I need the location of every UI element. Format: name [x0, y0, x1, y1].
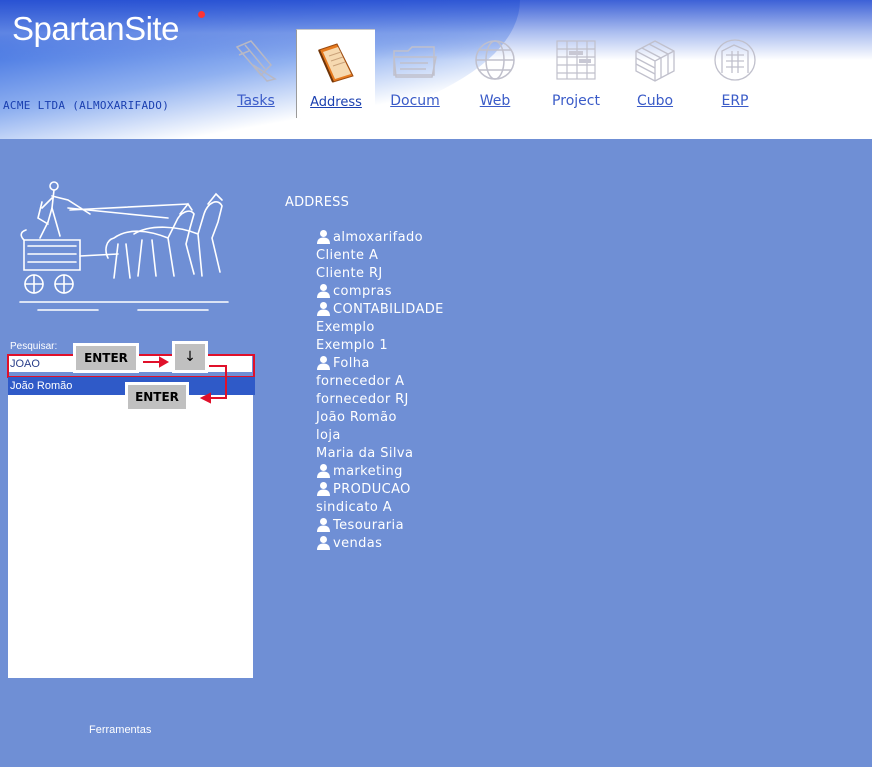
- address-list: almoxarifado Cliente A Cliente RJ compras CO…: [316, 229, 444, 553]
- search-results-list[interactable]: João Romão: [8, 377, 255, 678]
- tab-cubo-label-text: Cubo: [636, 93, 674, 109]
- tab-web-label: Web: [456, 93, 534, 109]
- address-group-item[interactable]: PRODUCAO: [316, 481, 444, 499]
- tab-project[interactable]: Project: [537, 29, 615, 117]
- address-item-label: Exemplo: [316, 320, 375, 335]
- address-item-label: almoxarifado: [333, 230, 423, 245]
- address-group-item[interactable]: almoxarifado: [316, 229, 444, 247]
- tab-web[interactable]: Web: [456, 29, 534, 117]
- address-contact-item[interactable]: Cliente A: [316, 247, 444, 265]
- tab-cubo[interactable]: Cubo: [616, 29, 694, 117]
- tab-address[interactable]: Address: [296, 29, 375, 118]
- address-contact-item[interactable]: Maria da Silva: [316, 445, 444, 463]
- address-group-item[interactable]: Tesouraria: [316, 517, 444, 535]
- tab-docum[interactable]: Docum: [376, 29, 454, 117]
- registered-mark-icon: [198, 11, 205, 18]
- address-item-label: compras: [333, 284, 392, 299]
- address-book-icon: [318, 43, 354, 83]
- tools-link[interactable]: Ferramentas: [89, 724, 151, 736]
- address-item-label: fornecedor A: [316, 374, 405, 389]
- cube-icon: [635, 40, 675, 82]
- address-contact-item[interactable]: fornecedor RJ: [316, 391, 444, 409]
- address-item-label: Maria da Silva: [316, 446, 414, 461]
- user-group-icon: [317, 356, 330, 370]
- project-grid-icon: [556, 40, 596, 80]
- annotation-down-arrow-key: ↓: [172, 341, 208, 373]
- tab-project-label-text: Project: [552, 93, 600, 109]
- address-item-label: João Romão: [316, 410, 397, 425]
- tab-tasks-label-text: Tasks: [237, 93, 275, 109]
- user-group-icon: [317, 284, 330, 298]
- address-contact-item[interactable]: sindicato A: [316, 499, 444, 517]
- tab-erp-label: ERP: [696, 93, 774, 109]
- user-group-icon: [317, 302, 330, 316]
- header-banner: SpartanSite ACME LTDA (ALMOXARIFADO) Tas…: [0, 0, 872, 139]
- address-item-label: marketing: [333, 464, 403, 479]
- user-group-icon: [317, 464, 330, 478]
- user-group-icon: [317, 482, 330, 496]
- annotation-enter-key: ENTER: [73, 343, 139, 373]
- address-item-label: Folha: [333, 356, 370, 371]
- chariot-logo-image: [19, 181, 229, 311]
- search-label: Pesquisar:: [10, 341, 58, 352]
- folder-icon: [393, 46, 437, 78]
- address-item-label: PRODUCAO: [333, 482, 411, 497]
- address-group-item[interactable]: marketing: [316, 463, 444, 481]
- address-contact-item[interactable]: João Romão: [316, 409, 444, 427]
- tab-tasks-label: Tasks: [217, 93, 295, 109]
- address-item-label: fornecedor RJ: [316, 392, 409, 407]
- user-group-icon: [317, 230, 330, 244]
- address-item-label: Cliente RJ: [316, 266, 383, 281]
- brand-logo-text: SpartanSite: [12, 10, 179, 47]
- address-contact-item[interactable]: fornecedor A: [316, 373, 444, 391]
- address-contact-item[interactable]: Cliente RJ: [316, 265, 444, 283]
- tab-cubo-label: Cubo: [616, 93, 694, 109]
- user-group-icon: [317, 518, 330, 532]
- address-contact-item[interactable]: Exemplo 1: [316, 337, 444, 355]
- tab-address-label: Address: [297, 95, 375, 110]
- tab-docum-label-text: Docum: [390, 93, 440, 109]
- tab-tasks[interactable]: Tasks: [217, 29, 295, 117]
- address-item-label: Cliente A: [316, 248, 379, 263]
- address-item-label: Tesouraria: [333, 518, 404, 533]
- address-group-item[interactable]: Folha: [316, 355, 444, 373]
- tab-web-label-text: Web: [479, 93, 511, 109]
- section-title: ADDRESS: [285, 195, 350, 210]
- address-item-label: loja: [316, 428, 341, 443]
- address-item-label: CONTABILIDADE: [333, 302, 444, 317]
- address-contact-item[interactable]: loja: [316, 427, 444, 445]
- company-name: ACME LTDA (ALMOXARIFADO): [3, 99, 170, 112]
- address-contact-item[interactable]: Exemplo: [316, 319, 444, 337]
- tasks-icon: [235, 40, 277, 82]
- tab-erp-label-text: ERP: [721, 93, 749, 109]
- address-item-label: vendas: [333, 536, 383, 551]
- tab-address-label-text: Address: [310, 95, 362, 110]
- address-group-item[interactable]: vendas: [316, 535, 444, 553]
- annotation-enter-key-2: ENTER: [125, 382, 189, 412]
- tab-erp[interactable]: ERP: [696, 29, 774, 117]
- tab-project-label: Project: [537, 93, 615, 109]
- erp-building-icon: [714, 39, 756, 81]
- address-item-label: Exemplo 1: [316, 338, 388, 353]
- user-group-icon: [317, 536, 330, 550]
- address-item-label: sindicato A: [316, 500, 393, 515]
- globe-icon: [475, 40, 515, 80]
- address-group-item[interactable]: CONTABILIDADE: [316, 301, 444, 319]
- tab-docum-label: Docum: [376, 93, 454, 109]
- address-group-item[interactable]: compras: [316, 283, 444, 301]
